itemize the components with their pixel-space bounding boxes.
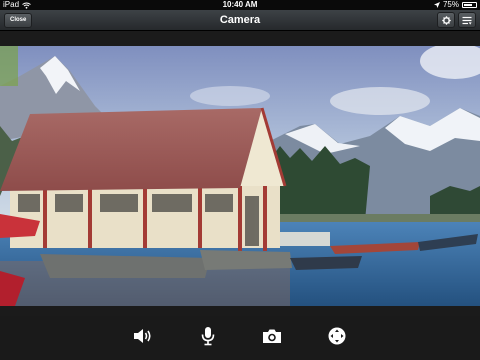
dock: [200, 250, 292, 270]
microphone-icon: [201, 327, 215, 346]
lens-tint: [0, 46, 18, 86]
speaker-icon: [134, 329, 151, 343]
battery-percent: 75%: [442, 0, 459, 9]
shoreline: [270, 214, 480, 222]
gear-icon: [441, 15, 451, 25]
menu-button[interactable]: [458, 12, 476, 28]
boathouse-roof: [0, 108, 262, 191]
dock: [40, 254, 210, 278]
pan-control-icon: [328, 327, 346, 345]
settings-button[interactable]: [437, 12, 455, 28]
battery-icon: [462, 2, 477, 8]
cloud: [190, 86, 270, 106]
pan-control-button[interactable]: [325, 324, 349, 348]
close-button[interactable]: Close: [4, 13, 33, 28]
nav-bar: Camera Close: [0, 10, 480, 31]
status-bar: iPad 10:40 AM 75%: [0, 0, 480, 10]
camera-area: [0, 31, 480, 316]
microphone-button[interactable]: [196, 324, 220, 348]
page-title: Camera: [219, 14, 261, 26]
dock: [280, 232, 330, 246]
location-icon: [433, 2, 440, 8]
camera-icon: [263, 329, 281, 343]
boat: [290, 256, 362, 270]
bottom-toolbar: [0, 316, 480, 360]
cloud: [330, 87, 430, 115]
speaker-button[interactable]: [131, 324, 155, 348]
battery-fill: [464, 4, 473, 6]
snapshot-button[interactable]: [260, 324, 284, 348]
status-right: 75%: [433, 0, 477, 10]
status-time: 10:40 AM: [222, 0, 258, 9]
camera-feed[interactable]: [0, 46, 480, 306]
list-menu-icon: [462, 16, 472, 25]
